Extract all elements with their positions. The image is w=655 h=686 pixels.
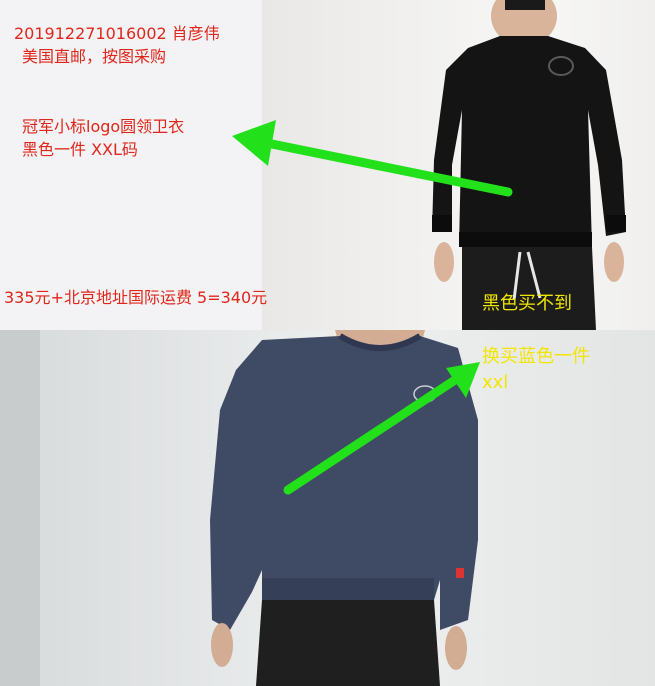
top-arrow-head-icon <box>232 120 276 166</box>
bottom-arrow-shaft <box>283 373 463 495</box>
top-arrow-shaft <box>257 137 513 197</box>
arrows-overlay <box>232 120 513 495</box>
